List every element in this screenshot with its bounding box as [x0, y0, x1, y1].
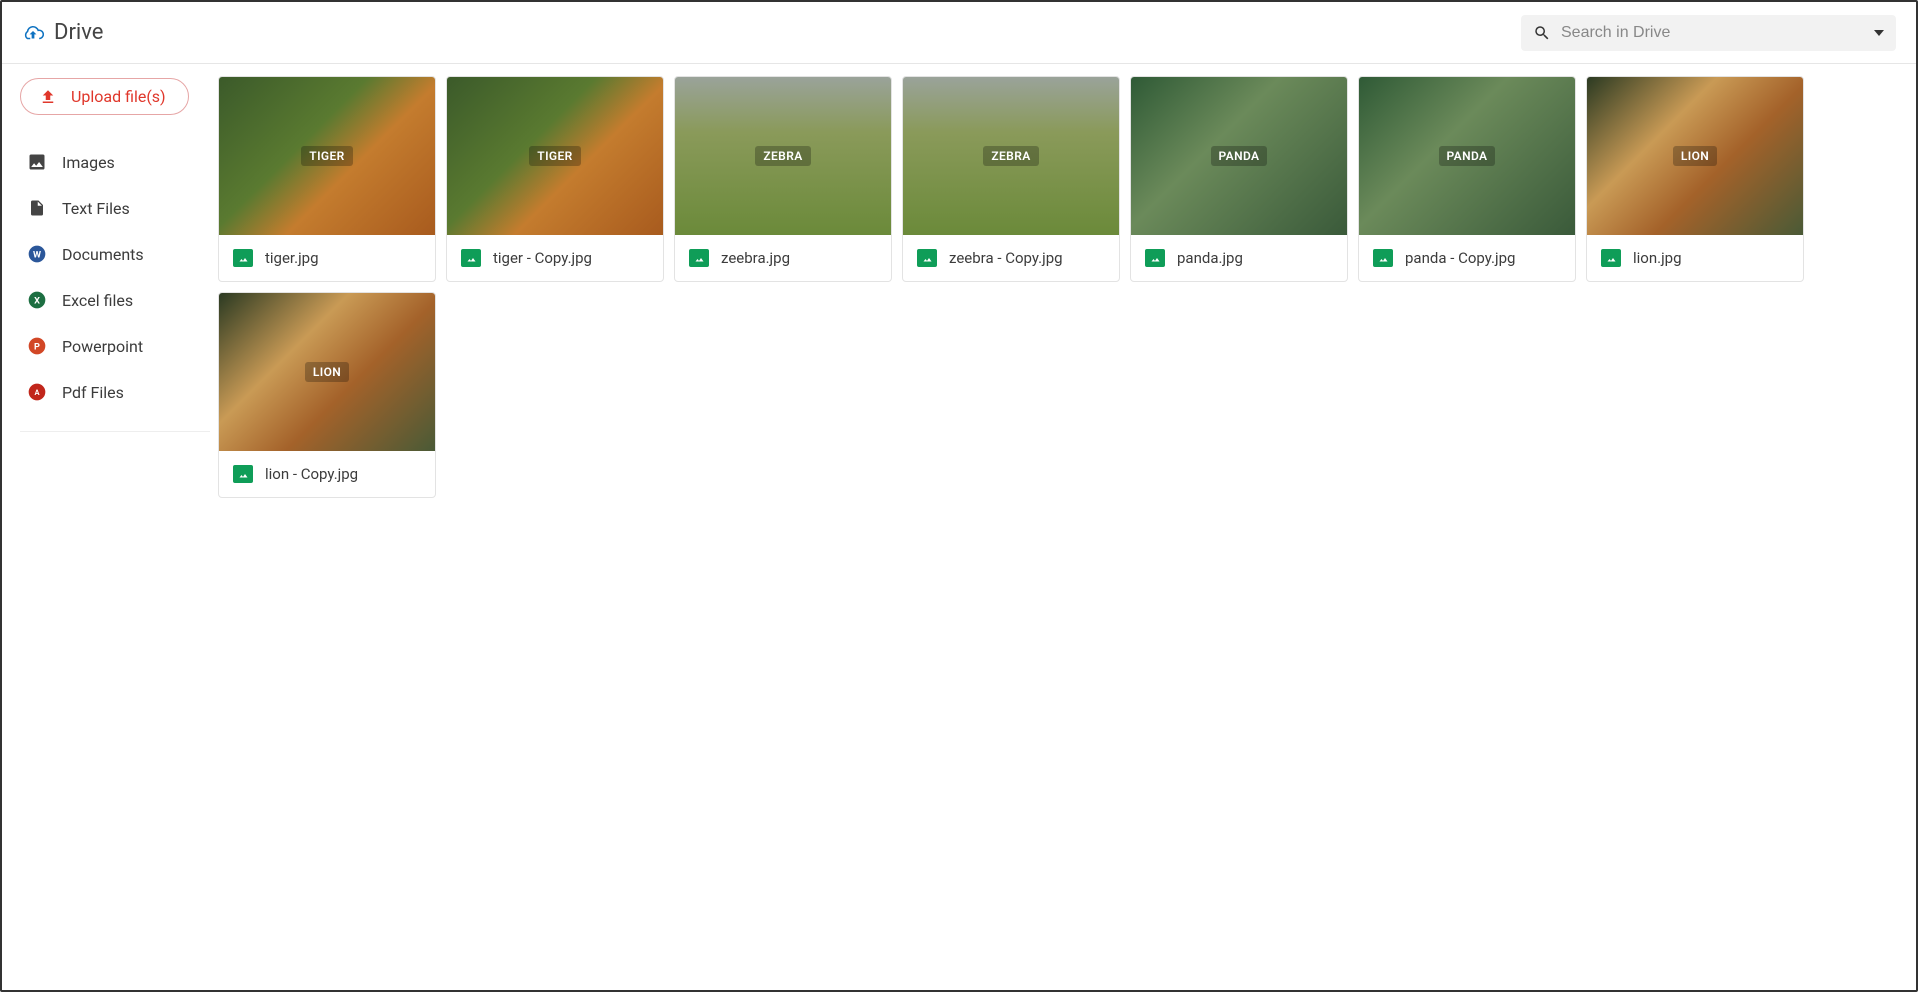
file-card[interactable]: panda panda.jpg	[1130, 76, 1348, 282]
image-file-icon	[689, 249, 709, 267]
upload-label: Upload file(s)	[71, 87, 166, 106]
file-card[interactable]: lion lion.jpg	[1586, 76, 1804, 282]
file-name: lion.jpg	[1633, 249, 1682, 267]
thumbnail-placeholder-label: panda	[1211, 146, 1268, 166]
file-thumbnail: panda	[1359, 77, 1575, 235]
thumbnail-placeholder-label: tiger	[529, 146, 580, 166]
file-card[interactable]: zebra zeebra.jpg	[674, 76, 892, 282]
thumbnail-placeholder-label: zebra	[983, 146, 1038, 166]
thumbnail-placeholder-label: lion	[1673, 146, 1717, 166]
image-file-icon	[1145, 249, 1165, 267]
file-name: panda.jpg	[1177, 249, 1243, 267]
image-file-icon	[1601, 249, 1621, 267]
search-input[interactable]	[1561, 24, 1864, 42]
app-logo: Drive	[22, 20, 103, 45]
search-icon	[1533, 24, 1551, 42]
file-card[interactable]: tiger tiger.jpg	[218, 76, 436, 282]
upload-icon	[39, 88, 57, 106]
image-file-icon	[1373, 249, 1393, 267]
pdf-icon: A	[26, 381, 48, 403]
file-thumbnail: panda	[1131, 77, 1347, 235]
file-card-footer: tiger - Copy.jpg	[447, 235, 663, 281]
svg-text:P: P	[34, 342, 40, 352]
file-thumbnail: lion	[1587, 77, 1803, 235]
image-icon	[26, 151, 48, 173]
sidebar-item-label: Powerpoint	[62, 337, 143, 356]
files-area: tiger tiger.jpg tiger tiger - Copy.jpg zebra…	[210, 76, 1898, 498]
upload-button[interactable]: Upload file(s)	[20, 78, 189, 115]
sidebar-item-label: Documents	[62, 245, 144, 264]
cloud-upload-icon	[22, 22, 44, 44]
file-thumbnail: tiger	[447, 77, 663, 235]
file-card[interactable]: lion lion - Copy.jpg	[218, 292, 436, 498]
header: Drive	[2, 2, 1916, 64]
file-card-footer: panda - Copy.jpg	[1359, 235, 1575, 281]
excel-icon: X	[26, 289, 48, 311]
sidebar-item-text-files[interactable]: Text Files	[20, 185, 210, 231]
file-card[interactable]: panda panda - Copy.jpg	[1358, 76, 1576, 282]
thumbnail-placeholder-label: lion	[305, 362, 349, 382]
chevron-down-icon[interactable]	[1874, 30, 1884, 36]
sidebar-item-powerpoint[interactable]: P Powerpoint	[20, 323, 210, 369]
file-card-footer: tiger.jpg	[219, 235, 435, 281]
search-box[interactable]	[1521, 15, 1896, 51]
sidebar-item-excel-files[interactable]: X Excel files	[20, 277, 210, 323]
file-card[interactable]: zebra zeebra - Copy.jpg	[902, 76, 1120, 282]
sidebar-item-pdf-files[interactable]: A Pdf Files	[20, 369, 210, 415]
file-icon	[26, 197, 48, 219]
file-thumbnail: lion	[219, 293, 435, 451]
file-name: zeebra - Copy.jpg	[949, 249, 1063, 267]
image-file-icon	[461, 249, 481, 267]
sidebar-item-label: Text Files	[62, 199, 130, 218]
image-file-icon	[233, 249, 253, 267]
file-name: zeebra.jpg	[721, 249, 790, 267]
thumbnail-placeholder-label: tiger	[301, 146, 352, 166]
app-title: Drive	[54, 20, 103, 45]
file-thumbnail: zebra	[675, 77, 891, 235]
file-card[interactable]: tiger tiger - Copy.jpg	[446, 76, 664, 282]
file-name: panda - Copy.jpg	[1405, 249, 1515, 267]
ppt-icon: P	[26, 335, 48, 357]
file-card-footer: zeebra.jpg	[675, 235, 891, 281]
file-name: tiger.jpg	[265, 249, 319, 267]
sidebar-item-label: Pdf Files	[62, 383, 124, 402]
file-card-footer: zeebra - Copy.jpg	[903, 235, 1119, 281]
image-file-icon	[917, 249, 937, 267]
sidebar: Upload file(s) Images Text Files W Document…	[20, 76, 210, 498]
sidebar-item-documents[interactable]: W Documents	[20, 231, 210, 277]
thumbnail-placeholder-label: panda	[1439, 146, 1496, 166]
svg-text:W: W	[33, 250, 41, 260]
sidebar-item-label: Excel files	[62, 291, 133, 310]
sidebar-item-images[interactable]: Images	[20, 139, 210, 185]
file-name: lion - Copy.jpg	[265, 465, 358, 483]
file-thumbnail: zebra	[903, 77, 1119, 235]
thumbnail-placeholder-label: zebra	[755, 146, 810, 166]
file-thumbnail: tiger	[219, 77, 435, 235]
file-card-footer: lion.jpg	[1587, 235, 1803, 281]
image-file-icon	[233, 465, 253, 483]
svg-text:X: X	[34, 296, 40, 306]
file-card-footer: lion - Copy.jpg	[219, 451, 435, 497]
file-card-footer: panda.jpg	[1131, 235, 1347, 281]
word-icon: W	[26, 243, 48, 265]
sidebar-item-label: Images	[62, 153, 115, 172]
file-name: tiger - Copy.jpg	[493, 249, 592, 267]
